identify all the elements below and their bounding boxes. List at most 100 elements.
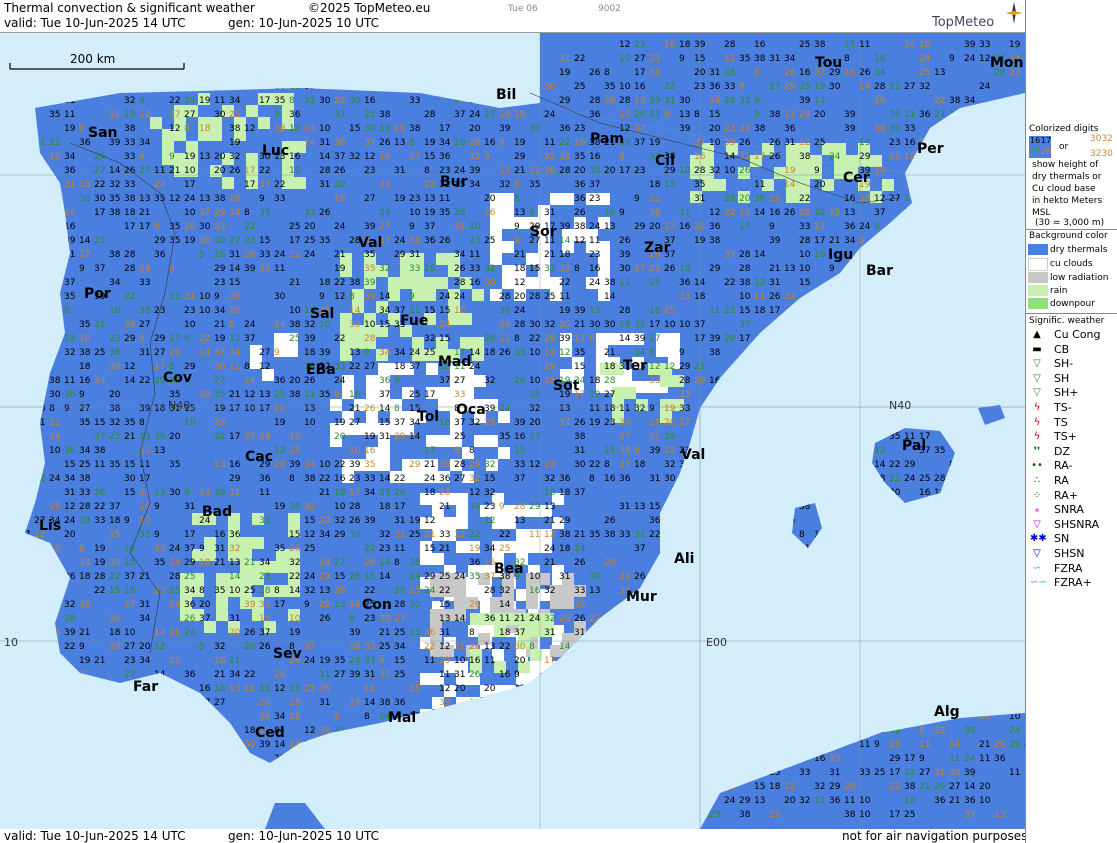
thermal-height-digit: 32 (484, 488, 495, 498)
thermal-height-digit: 34 (454, 250, 466, 260)
swatch-dry-thermals (1028, 244, 1048, 255)
thermal-height-digit: 22 (739, 530, 750, 540)
thermal-height-digit: 39 (439, 698, 451, 708)
thermal-height-digit: 33 (634, 684, 645, 694)
thermal-height-digit: 30 (934, 390, 946, 400)
thermal-height-digit: 36 (379, 376, 391, 386)
thermal-height-digit: 35 (109, 460, 120, 470)
thermal-height-digit: 25 (394, 628, 405, 638)
city-label: Sev (273, 646, 302, 662)
city-label: Mur (626, 589, 657, 605)
thermal-height-digit: 26 (799, 656, 811, 666)
thermal-height-digit: 32 (634, 782, 645, 792)
thermal-height-digit: 34 (469, 180, 481, 190)
thermal-height-digit: 20 (109, 390, 121, 400)
thermal-height-digit: 28 (934, 572, 946, 582)
thermal-height-digit: 20 (514, 656, 526, 666)
thermal-height-digit: 30 (349, 530, 361, 540)
thermal-height-digit: 36 (154, 250, 166, 260)
thermal-height-digit: 28 (679, 376, 691, 386)
thermal-height-digit: 15 (214, 810, 225, 820)
thermal-height-digit: 34 (319, 768, 331, 778)
thermal-height-digit: 35 (79, 418, 90, 428)
thermal-height-digit: 14 (784, 180, 796, 190)
weather-cell (882, 179, 894, 191)
thermal-height-digit: 32 (664, 460, 675, 470)
thermal-height-digit: 39 (859, 460, 871, 470)
thermal-height-digit: 29 (79, 712, 91, 722)
thermal-height-digit: 11 (964, 208, 975, 218)
thermal-height-digit: 20 (514, 292, 526, 302)
thermal-height-digit: 13 (154, 446, 165, 456)
thermal-height-digit: 19 (454, 810, 466, 820)
thermal-height-digit: 23 (589, 642, 600, 652)
weather-map[interactable]: 35 26 30 23 12 27 24 37 32 34 15 39 8 19 17 19 16 16 34 24 2… (0, 33, 1025, 829)
thermal-height-digit: 8 (904, 586, 910, 596)
thermal-height-digit: 24 (49, 712, 61, 722)
thermal-height-digit: 13 (139, 194, 150, 204)
thermal-height-digit: 37 (364, 138, 375, 148)
thermal-height-digit: 10 (289, 306, 301, 316)
thermal-height-digit: 31 (874, 362, 885, 372)
thermal-height-digit: 23 (694, 418, 705, 428)
thermal-height-digit: 22 (94, 768, 105, 778)
thermal-height-digit: 9 (469, 712, 475, 722)
thermal-height-digit: 22 (424, 642, 435, 652)
thermal-height-digit: 33 (334, 362, 345, 372)
thermal-height-digit: 17 (274, 600, 285, 610)
thermal-height-digit: 25 (229, 110, 240, 120)
thermal-height-digit: 22 (334, 278, 345, 288)
thermal-height-digit: 38 (619, 446, 631, 456)
thermal-height-digit: 26 (619, 236, 631, 246)
thermal-height-digit: 9 (409, 292, 415, 302)
thermal-height-digit: 31 (439, 628, 450, 638)
thermal-height-digit: 39 (574, 306, 586, 316)
thermal-height-digit: 31 (184, 726, 195, 736)
thermal-height-digit: 13 (649, 614, 660, 624)
thermal-height-digit: 30 (844, 614, 856, 624)
thermal-height-digit: 10 (454, 68, 466, 78)
thermal-height-digit: 14 (289, 586, 301, 596)
thermal-height-digit: 33 (979, 40, 990, 50)
thermal-height-digit: 8 (199, 586, 205, 596)
thermal-height-digit: 19 (199, 390, 211, 400)
thermal-height-digit: 15 (889, 306, 900, 316)
thermal-height-digit: 10 (799, 264, 811, 274)
thermal-height-digit: 16 (349, 390, 361, 400)
thermal-height-digit: 22 (499, 768, 510, 778)
thermal-height-digit: 28 (994, 502, 1006, 512)
thermal-height-digit: 22 (559, 138, 570, 148)
thermal-height-digit: 15 (394, 656, 405, 666)
thermal-height-digit: 18 (604, 404, 616, 414)
legend-desc-line: (30 = 3,000 m) (1035, 218, 1105, 228)
thermal-height-digit: 30 (964, 320, 976, 330)
weather-cell (516, 541, 528, 553)
thermal-height-digit: 27 (754, 460, 765, 470)
thermal-height-digit: 12 (769, 628, 780, 638)
thermal-height-digit: 8 (874, 250, 880, 260)
thermal-height-digit: 13 (769, 544, 780, 554)
weather-cell (474, 435, 486, 447)
thermal-height-digit: 11 (229, 362, 240, 372)
thermal-height-digit: 22 (934, 96, 945, 106)
thermal-height-digit: 33 (364, 642, 375, 652)
thermal-height-digit: 38 (64, 614, 76, 624)
thermal-height-digit: 31 (619, 502, 630, 512)
weather-cell (246, 153, 258, 165)
thermal-height-digit: 36 (904, 278, 916, 288)
thermal-height-digit: 17 (424, 390, 435, 400)
thermal-height-digit: 19 (979, 488, 991, 498)
thermal-height-digit: 20 (529, 418, 541, 428)
thermal-height-digit: 25 (889, 740, 900, 750)
thermal-height-digit: 36 (64, 572, 76, 582)
thermal-height-digit: 34 (469, 502, 481, 512)
thermal-height-digit: 13 (199, 488, 210, 498)
thermal-height-digit: 17 (889, 334, 900, 344)
thermal-height-digit: 31 (139, 348, 150, 358)
thermal-height-digit: 35 (79, 320, 90, 330)
thermal-height-digit: 34 (274, 712, 286, 722)
thermal-height-digit: 39 (769, 236, 781, 246)
thermal-height-digit: 29 (379, 810, 391, 820)
thermal-height-digit: 33 (19, 572, 30, 582)
thermal-height-digit: 8 (34, 292, 40, 302)
